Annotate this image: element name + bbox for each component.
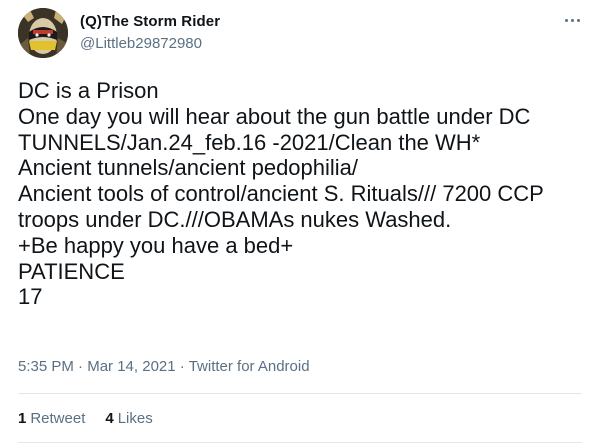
painted-face-avatar-icon — [18, 8, 68, 58]
tweet-line: PATIENCE — [18, 258, 125, 284]
meta-separator: · — [179, 358, 185, 375]
tweet-stats: 1 Retweet 4 Likes — [18, 410, 153, 427]
tweet-line: TUNNELS/Jan.24_feb.16 -2021/Clean the WH… — [18, 129, 481, 155]
tweet-line: Ancient tunnels/ancient pedophilia/ — [18, 155, 359, 181]
tweet-date[interactable]: Mar 14, 2021 — [87, 358, 175, 375]
tweet-line: One day you will hear about the gun batt… — [18, 103, 531, 129]
avatar[interactable] — [18, 8, 68, 58]
tweet-line: troops under DC.///OBAMAs nukes Washed. — [18, 206, 452, 232]
tweet-time[interactable]: 5:35 PM — [18, 358, 74, 375]
retweets-stat[interactable]: 1 Retweet — [18, 410, 85, 427]
tweet-line: +Be happy you have a bed+ — [18, 232, 294, 258]
more-dot — [564, 18, 568, 22]
divider — [18, 393, 582, 394]
likes-stat[interactable]: 4 Likes — [105, 410, 152, 427]
tweet-line: DC is a Prison — [18, 78, 159, 103]
likes-count: 4 — [105, 410, 114, 427]
author-handle[interactable]: @Littleb29872980 — [80, 35, 202, 52]
retweets-count: 1 — [18, 410, 27, 427]
divider — [18, 442, 582, 443]
more-dots-icon[interactable] — [560, 10, 584, 30]
tweet-meta: 5:35 PM · Mar 14, 2021 · Twitter for And… — [18, 358, 310, 375]
tweet-text: DC is a Prison One day you will hear abo… — [18, 78, 588, 310]
tweet-card: (Q)The Storm Rider @Littleb29872980 DC i… — [0, 0, 600, 446]
tweet-line: Ancient tools of control/ancient S. Ritu… — [18, 181, 544, 207]
author-display-name[interactable]: (Q)The Storm Rider — [80, 13, 220, 30]
meta-separator: · — [78, 358, 84, 375]
tweet-line: 17 — [18, 284, 43, 310]
tweet-source[interactable]: Twitter for Android — [189, 358, 310, 375]
more-dot — [576, 18, 580, 22]
retweets-label: Retweet — [30, 410, 86, 427]
likes-label: Likes — [117, 410, 153, 427]
more-dot — [570, 18, 574, 22]
